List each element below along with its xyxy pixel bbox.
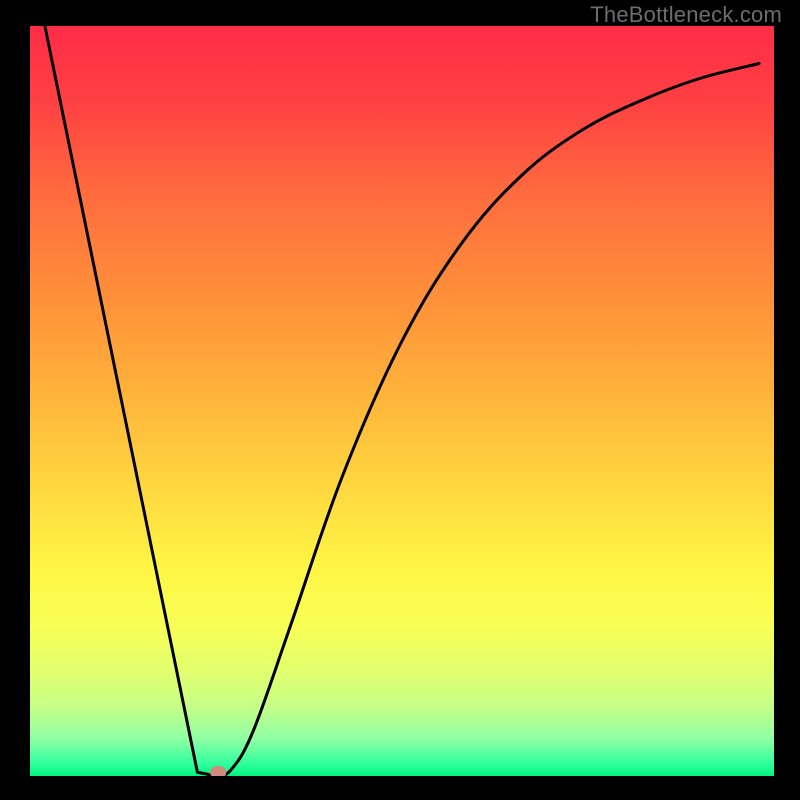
watermark-text: TheBottleneck.com — [590, 2, 782, 28]
gradient-background — [30, 26, 774, 776]
chart-frame: TheBottleneck.com — [0, 0, 800, 800]
bottleneck-curve-chart — [30, 26, 774, 776]
